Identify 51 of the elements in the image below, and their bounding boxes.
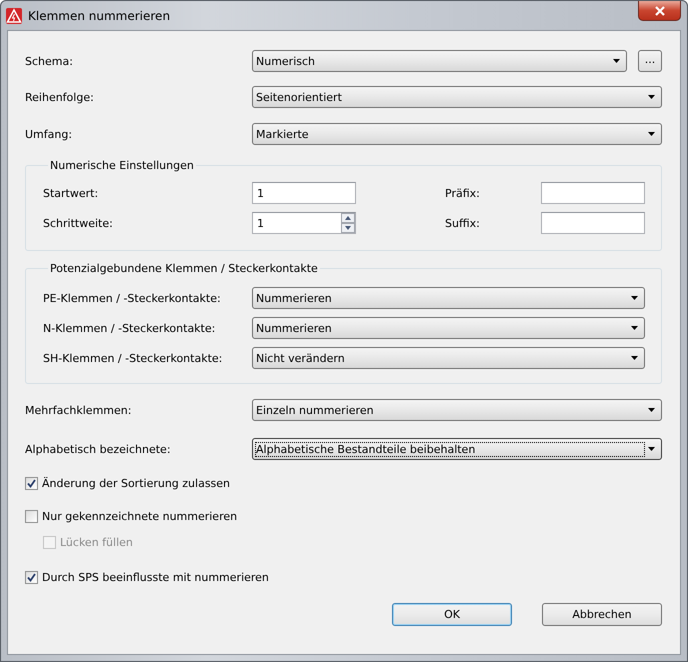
dropdown[interactable]: Seitenorientiert (252, 86, 662, 108)
group-title: Potenzialgebundene Klemmen / Steckerkontakte (49, 262, 319, 275)
dropdown-arrow-icon (648, 132, 655, 136)
checkbox[interactable] (25, 477, 38, 490)
window-title: Klemmen nummerieren (28, 8, 170, 22)
dropdown[interactable]: Markierte (252, 123, 662, 145)
close-icon (654, 6, 666, 16)
dropdown-arrow-icon (648, 95, 655, 99)
cancel-button[interactable]: Abbrechen (542, 603, 662, 626)
dropdown-arrow-icon (648, 408, 655, 412)
spin-field[interactable]: 1 (252, 212, 356, 234)
field-label: Schema: (25, 54, 74, 68)
dropdown[interactable]: Einzeln nummerieren (252, 399, 662, 421)
text-field[interactable] (541, 182, 645, 204)
text-field[interactable]: 1 (252, 182, 356, 204)
field-label: Suffix: (445, 216, 480, 230)
browse-button[interactable]: ... (638, 50, 662, 72)
dropdown-arrow-icon (648, 447, 655, 451)
group-title: Numerische Einstellungen (49, 159, 195, 172)
spin-up-icon[interactable] (341, 213, 355, 223)
field-label: Startwert: (43, 186, 98, 200)
field-label: Präfix: (445, 186, 480, 200)
check-icon (27, 479, 36, 488)
field-label: SH-Klemmen / -Steckerkontakte: (43, 352, 224, 364)
field-label: Schrittweite: (43, 216, 113, 230)
dropdown[interactable]: Nicht verändern (252, 347, 645, 369)
text-field[interactable] (541, 212, 645, 234)
dropdown[interactable]: Nummerieren (252, 317, 645, 339)
checkbox-label[interactable]: Durch SPS beeinflusste mit nummerieren (42, 571, 269, 584)
checkbox-label[interactable]: Änderung der Sortierung zulassen (42, 477, 230, 490)
dropdown-arrow-icon (631, 356, 638, 360)
dropdown-arrow-icon (613, 59, 620, 63)
spin-down-icon[interactable] (341, 223, 355, 233)
close-button[interactable] (638, 1, 681, 21)
checkbox-label[interactable]: Nur gekennzeichnete nummerieren (42, 510, 238, 523)
field-label: Umfang: (25, 128, 74, 140)
checkbox[interactable] (25, 510, 38, 523)
dropdown[interactable]: Alphabetische Bestandteile beibehalten (252, 438, 662, 460)
warning-icon (6, 8, 22, 24)
dropdown[interactable]: Numerisch (252, 50, 627, 72)
field-label: Alphabetisch bezeichnete: (25, 442, 172, 456)
check-icon (27, 573, 36, 582)
field-label: Reihenfolge: (25, 90, 95, 104)
dropdown[interactable]: Nummerieren (252, 287, 645, 309)
checkbox[interactable] (25, 571, 38, 584)
field-label: N-Klemmen / -Steckerkontakte: (43, 322, 216, 334)
field-label: PE-Klemmen / -Steckerkontakte: (43, 292, 222, 304)
field-label: Mehrfachklemmen: (25, 404, 132, 416)
dropdown-arrow-icon (631, 326, 638, 330)
ok-button[interactable]: OK (392, 603, 512, 626)
dropdown-arrow-icon (631, 296, 638, 300)
